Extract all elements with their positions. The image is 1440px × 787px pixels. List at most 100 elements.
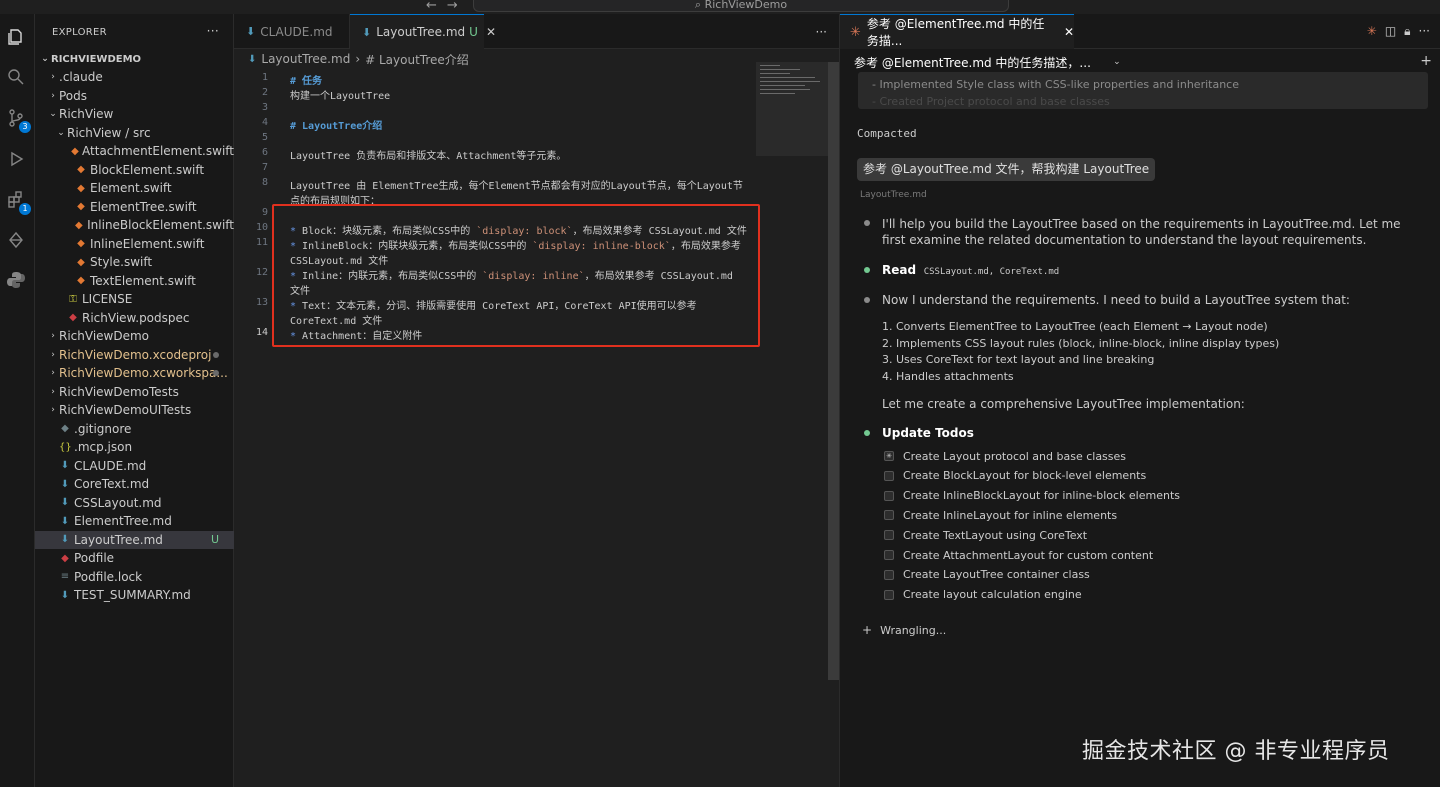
todo-checkbox-icon — [884, 510, 894, 521]
tree-file[interactable]: ◆ Podfile — [35, 549, 234, 567]
new-session-icon[interactable]: + — [1420, 53, 1432, 69]
workspace-root-label: RICHVIEWDEMO — [51, 53, 142, 65]
tree-file[interactable]: ◆ ElementTree.swift — [35, 198, 234, 216]
tree-item-label: .gitignore — [74, 421, 132, 436]
remote-explorer-icon[interactable] — [5, 229, 27, 251]
source-control-badge: 3 — [19, 121, 31, 133]
tree-file[interactable]: ◆ .gitignore — [35, 420, 234, 438]
line-number: 7 — [261, 162, 268, 173]
tree-file[interactable]: ⬇ CSSLayout.md — [35, 494, 234, 512]
extensions-icon[interactable]: 1 — [5, 189, 31, 215]
tree-file[interactable]: ⬇ ElementTree.md — [35, 512, 234, 530]
session-title: 参考 @ElementTree.md 中的任务描述，... — [854, 55, 1091, 70]
user-message-reference[interactable]: LayoutTree.md — [860, 190, 927, 200]
user-message: 参考 @LayoutTree.md 文件，帮我构建 LayoutTree — [857, 158, 1156, 181]
ruby-file-icon: ◆ — [69, 312, 77, 323]
tree-file[interactable]: ◆ BlockElement.swift — [35, 161, 234, 179]
swift-file-icon: ◆ — [77, 238, 85, 249]
tree-file[interactable]: ≡ Podfile.lock — [35, 568, 234, 586]
tree-folder[interactable]: › RichViewDemo.xcworkspa... — [35, 364, 234, 382]
markdown-icon: ⬇ — [246, 25, 256, 38]
minimap[interactable] — [756, 62, 828, 156]
tree-file[interactable]: ◆ TextElement.swift — [35, 272, 234, 290]
tree-file[interactable]: ◆ AttachmentElement.swift — [35, 142, 234, 160]
tree-item-label: .claude — [59, 70, 103, 84]
search-icon: ⌕ — [694, 0, 705, 11]
tree-folder[interactable]: ⌄ RichView / src — [35, 124, 234, 142]
todo-checkbox-icon — [884, 589, 894, 600]
python-icon[interactable] — [5, 269, 27, 291]
tree-file[interactable]: ◆ InlineElement.swift — [35, 235, 234, 253]
chevron-right-icon: › — [51, 368, 55, 378]
tab-claude-md[interactable]: ⬇ CLAUDE.md — [234, 14, 350, 49]
md-file-icon: ⬇ — [60, 478, 70, 490]
todo-checkbox-icon — [884, 470, 894, 481]
tree-file[interactable]: {} .mcp.json — [35, 438, 234, 456]
explorer-files-icon[interactable] — [5, 26, 27, 48]
tree-item-label: ElementTree.swift — [90, 199, 197, 214]
close-icon[interactable]: ✕ — [1064, 25, 1074, 39]
tree-file[interactable]: ⬇ CLAUDE.md — [35, 457, 234, 475]
tree-item-label: BlockElement.swift — [90, 162, 205, 177]
tree-folder[interactable]: ⌄ RichView — [35, 105, 234, 123]
tree-item-label: Podfile — [74, 551, 115, 565]
explorer-more-icon[interactable]: ··· — [207, 24, 219, 38]
tree-file[interactable]: ◆ RichView.podspec — [35, 309, 234, 327]
editor-more-icon[interactable]: ··· — [816, 25, 827, 39]
claude-icon[interactable]: ✳ — [1367, 24, 1377, 39]
tree-file[interactable]: ◆ Element.swift — [35, 179, 234, 197]
chevron-down-icon: ⌄ — [1113, 57, 1121, 67]
tree-folder[interactable]: › RichViewDemoUITests — [35, 401, 234, 419]
line-number: 4 — [261, 117, 268, 128]
tree-item-label: Element.swift — [90, 181, 172, 195]
lock-icon[interactable]: 🔒︎ — [1404, 24, 1410, 39]
code-line: LayoutTree 负责布局和排版文本、Attachment等子元素。 — [290, 147, 566, 162]
swift-file-icon: ◆ — [71, 145, 79, 157]
code-line: # LayoutTree介绍 — [290, 117, 382, 132]
tree-folder[interactable]: › Pods — [35, 87, 234, 105]
tree-folder[interactable]: › RichViewDemoTests — [35, 383, 234, 401]
todo-label: Create BlockLayout for block-level eleme… — [903, 469, 1147, 483]
more-icon[interactable]: ··· — [1419, 24, 1430, 39]
tree-file[interactable]: ⚿ LICENSE — [35, 290, 234, 308]
activity-bar: 3 1 — [0, 14, 35, 787]
breadcrumb-symbol[interactable]: # LayoutTree介绍 — [365, 51, 469, 68]
summary-line: - Implemented Style class with CSS-like … — [872, 78, 1239, 91]
tree-folder[interactable]: › .claude — [35, 68, 234, 86]
tree-file[interactable]: ◆ Style.swift — [35, 253, 234, 271]
search-icon[interactable] — [5, 66, 27, 88]
tree-item-label: RichViewDemoTests — [59, 384, 179, 399]
chat-tab-label: 参考 @ElementTree.md 中的任务描... — [866, 17, 1045, 48]
line-number: 9 — [261, 207, 268, 218]
read-files[interactable]: CSSLayout.md, CoreText.md — [924, 267, 1059, 277]
nav-arrows[interactable]: ←→ — [426, 0, 468, 13]
tree-folder[interactable]: › RichViewDemo — [35, 327, 234, 345]
tree-item-label: CLAUDE.md — [74, 458, 147, 473]
todo-item: ✳ Create Layout protocol and base classes — [884, 447, 1126, 465]
watermark: 掘金技术社区 @ 非专业程序员 — [1082, 739, 1390, 764]
tab-layouttree-md[interactable]: ⬇ LayoutTree.md U ✕ — [350, 14, 496, 49]
breadcrumb-file[interactable]: LayoutTree.md — [261, 52, 350, 66]
editor-scrollbar[interactable] — [828, 62, 839, 680]
todo-item: Create InlineBlockLayout for inline-bloc… — [884, 487, 1180, 505]
md-file-icon: ⬇ — [60, 460, 70, 471]
tree-file[interactable]: ◆ InlineBlockElement.swift — [35, 216, 234, 234]
tab-claude-chat[interactable]: ✳ 参考 @ElementTree.md 中的任务描... ✕ — [840, 14, 1074, 49]
tree-file[interactable]: ⬇ CoreText.md — [35, 475, 234, 493]
tree-file[interactable]: ⬇ LayoutTree.md U — [35, 530, 234, 549]
command-center-search[interactable]: ⌕ RichViewDemo — [473, 0, 1009, 12]
tree-item-label: TextElement.swift — [90, 273, 196, 288]
tree-file[interactable]: ⬇ TEST_SUMMARY.md — [35, 586, 234, 604]
source-control-icon[interactable]: 3 — [5, 107, 31, 133]
assistant-message: Let me create a comprehensive LayoutTree… — [882, 397, 1245, 411]
run-debug-icon[interactable] — [5, 148, 27, 170]
requirement-item: 1. Converts ElementTree to LayoutTree (e… — [882, 320, 1268, 333]
tree-folder[interactable]: › RichViewDemo.xcodeproj — [35, 346, 234, 364]
md-file-icon: ⬇ — [60, 497, 70, 508]
line-number: 5 — [261, 132, 268, 143]
close-icon[interactable]: ✕ — [486, 25, 496, 39]
split-editor-icon[interactable]: ◫ — [1385, 24, 1396, 39]
workspace-root[interactable]: ⌄ RICHVIEWDEMO — [35, 50, 234, 68]
tree-item-label: AttachmentElement.swift — [82, 144, 234, 158]
assistant-message: Now I understand the requirements. I nee… — [882, 293, 1350, 307]
